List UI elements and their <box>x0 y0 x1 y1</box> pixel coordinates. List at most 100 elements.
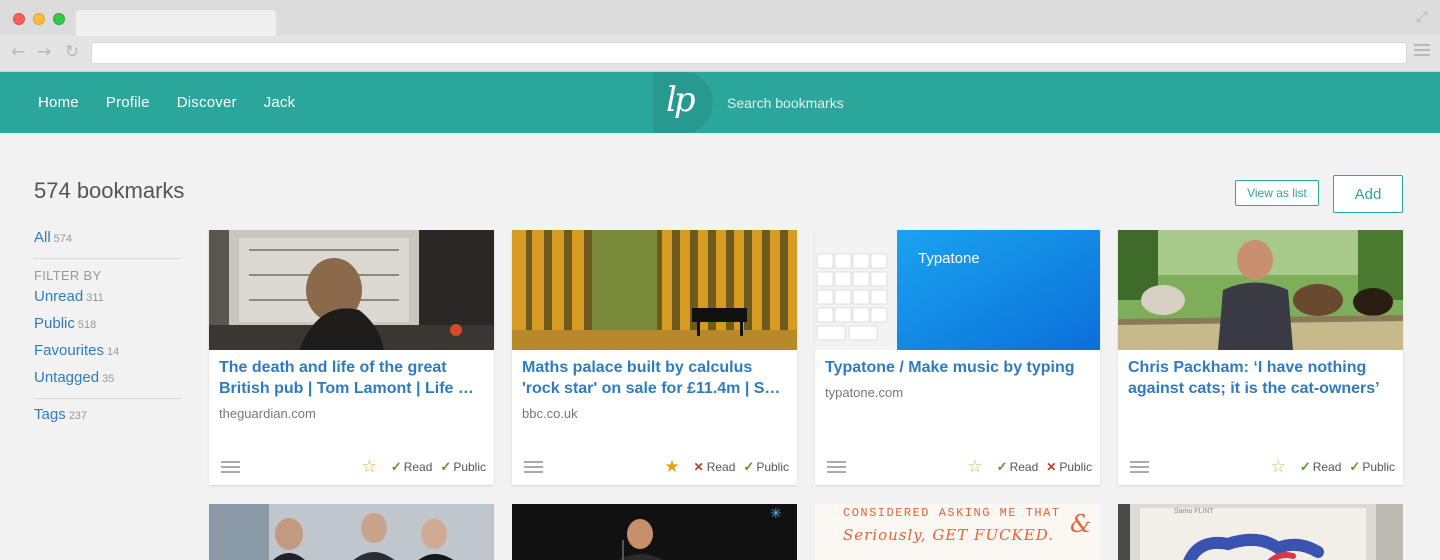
sidebar-item-count: 14 <box>107 346 120 358</box>
sidebar-item-count: 518 <box>77 319 97 331</box>
bookmark-title[interactable]: Typatone / Make music by typing <box>825 357 1090 378</box>
read-toggle[interactable]: ✓ Read <box>1300 459 1342 475</box>
card-footer: ☆ ✓ Read ✓ Public <box>1118 449 1403 485</box>
public-label: Public <box>453 460 486 474</box>
back-icon[interactable]: ← <box>8 42 28 62</box>
bookmark-thumbnail[interactable] <box>209 230 494 350</box>
bookmark-card[interactable]: ✳ <box>512 504 797 560</box>
pub-photo <box>209 230 494 350</box>
read-label: Read <box>1312 460 1342 474</box>
svg-text:✳: ✳ <box>770 506 782 522</box>
check-icon: ✓ <box>743 459 755 474</box>
divider <box>34 258 181 259</box>
read-label: Read <box>403 460 433 474</box>
bookmark-thumbnail[interactable] <box>512 230 797 350</box>
public-toggle[interactable]: ✓ Public <box>743 459 789 475</box>
card-footer: ☆ ✓ Read ✕ Public <box>815 449 1100 485</box>
read-toggle[interactable]: ✓ Read <box>391 459 433 475</box>
public-toggle[interactable]: ✓ Public <box>440 459 486 475</box>
sidebar-item-count: 574 <box>53 233 73 245</box>
logo[interactable]: lp <box>666 80 696 120</box>
bookmark-title[interactable]: Chris Packham: ‘I have nothing against c… <box>1128 357 1393 399</box>
card-actions: ☆ ✓ Read ✓ Public <box>1271 458 1395 476</box>
bookmark-domain: typatone.com <box>825 385 904 400</box>
minimize-window-icon[interactable] <box>33 13 45 25</box>
sidebar-item-count: 237 <box>68 410 88 422</box>
view-as-list-button[interactable]: View as list <box>1235 180 1319 206</box>
speaker-photo: ✳ <box>512 504 797 560</box>
sidebar-item-label: Unread <box>34 288 84 305</box>
public-label: Public <box>756 460 789 474</box>
sidebar-item-label: Favourites <box>34 342 105 359</box>
band-photo <box>209 504 494 560</box>
nav-user[interactable]: Jack <box>264 94 296 111</box>
forward-icon[interactable]: → <box>34 42 54 62</box>
check-icon: ✓ <box>1299 459 1311 474</box>
bookmark-card[interactable] <box>209 504 494 560</box>
bookmark-card[interactable]: Chris Packham: ‘I have nothing against c… <box>1118 230 1403 485</box>
favourite-star-icon[interactable]: ☆ <box>967 458 982 476</box>
card-actions: ☆ ✓ Read ✓ Public <box>362 458 486 476</box>
check-icon: ✓ <box>1349 459 1361 474</box>
bookmark-title[interactable]: Maths palace built by calculus 'rock sta… <box>522 357 787 399</box>
bookmark-card[interactable]: CONSIDERED ASKING ME THAT Seriously, GET… <box>815 504 1100 560</box>
favourite-star-icon[interactable]: ☆ <box>362 458 377 476</box>
handwritten-line-1: CONSIDERED ASKING ME THAT <box>843 506 1061 520</box>
search-input[interactable] <box>727 90 1127 116</box>
public-toggle[interactable]: ✕ Public <box>1046 460 1092 474</box>
check-icon: ✓ <box>996 459 1008 474</box>
menu-icon[interactable] <box>827 461 846 473</box>
menu-icon[interactable] <box>1130 461 1149 473</box>
bookmark-domain: theguardian.com <box>219 406 316 421</box>
sidebar-item-public[interactable]: Public 518 <box>34 314 181 341</box>
sidebar-item-label: All <box>34 229 51 246</box>
browser-menu-icon[interactable] <box>1414 44 1430 58</box>
sidebar-item-count: 35 <box>102 373 115 385</box>
sidebar-item-all[interactable]: All 574 <box>34 228 181 255</box>
card-footer: ★ ✕ Read ✓ Public <box>512 449 797 485</box>
public-label: Public <box>1059 460 1092 474</box>
bookmark-thumbnail[interactable] <box>1118 230 1403 350</box>
bookmark-card[interactable]: Samu FLINT <box>1118 504 1403 560</box>
favourite-star-icon[interactable]: ☆ <box>1271 458 1286 476</box>
bookmark-card[interactable]: The death and life of the great British … <box>209 230 494 485</box>
palace-photo <box>512 230 797 350</box>
sidebar-item-label: Public <box>34 315 75 332</box>
close-window-icon[interactable] <box>13 13 25 25</box>
typatone-screenshot <box>815 230 1100 350</box>
handwritten-line-2: Seriously, GET FUCKED. <box>843 526 1054 544</box>
address-bar[interactable] <box>91 42 1407 64</box>
nav-discover[interactable]: Discover <box>177 94 237 111</box>
sidebar: All 574 FILTER BY Unread 311 Public 518 Fav… <box>34 228 181 432</box>
bookmark-title[interactable]: The death and life of the great British … <box>219 357 484 399</box>
favourite-star-icon[interactable]: ★ <box>664 458 679 476</box>
browser-tab[interactable] <box>76 10 276 36</box>
fullscreen-icon[interactable]: ⤢ <box>1414 9 1430 25</box>
read-toggle[interactable]: ✓ Read <box>997 459 1039 475</box>
bookmark-count: 574 bookmarks <box>34 178 185 203</box>
reload-icon[interactable]: ↻ <box>62 42 82 62</box>
sidebar-item-label: Untagged <box>34 369 100 386</box>
read-toggle[interactable]: ✕ Read <box>694 460 736 474</box>
maximize-window-icon[interactable] <box>53 13 65 25</box>
bookmark-thumbnail[interactable]: Typatone <box>815 230 1100 350</box>
sidebar-item-favourites[interactable]: Favourites 14 <box>34 341 181 368</box>
card-footer: ☆ ✓ Read ✓ Public <box>209 449 494 485</box>
bookmark-card[interactable]: Typatone Typatone / Make music by typing… <box>815 230 1100 485</box>
sidebar-item-tags[interactable]: Tags 237 <box>34 405 181 432</box>
filter-heading: FILTER BY <box>34 268 102 283</box>
sidebar-item-unread[interactable]: Unread 311 <box>34 287 181 314</box>
nav-home[interactable]: Home <box>38 94 79 111</box>
public-label: Public <box>1362 460 1395 474</box>
bookmark-card[interactable]: Maths palace built by calculus 'rock sta… <box>512 230 797 485</box>
check-icon: ✓ <box>390 459 402 474</box>
add-button[interactable]: Add <box>1333 175 1403 213</box>
sidebar-item-count: 311 <box>86 292 104 304</box>
sidebar-item-untagged[interactable]: Untagged 35 <box>34 368 181 395</box>
nav-profile[interactable]: Profile <box>106 94 150 111</box>
read-label: Read <box>706 460 736 474</box>
typatone-logo-text: Typatone <box>918 250 980 267</box>
menu-icon[interactable] <box>221 461 240 473</box>
public-toggle[interactable]: ✓ Public <box>1349 459 1395 475</box>
menu-icon[interactable] <box>524 461 543 473</box>
